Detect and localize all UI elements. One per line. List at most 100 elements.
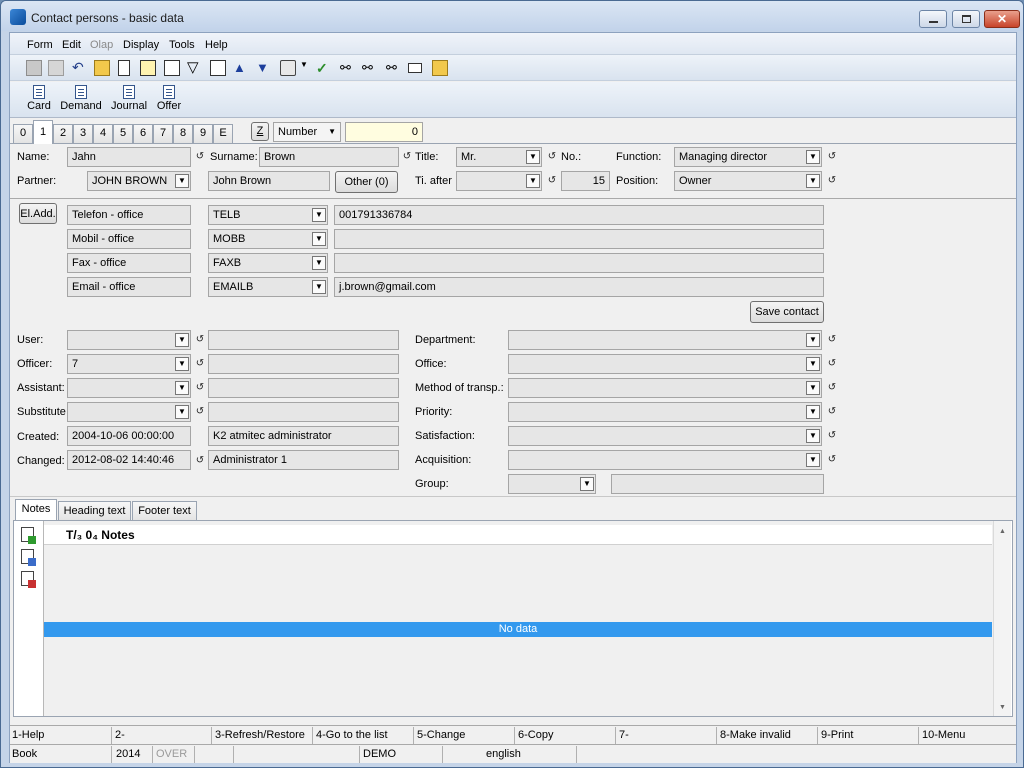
save-contact-button[interactable]: Save contact: [750, 301, 824, 323]
menu-display[interactable]: Display: [123, 39, 159, 51]
arrow-down-icon[interactable]: ▼: [256, 60, 272, 76]
menu-help[interactable]: Help: [205, 39, 228, 51]
other-button[interactable]: Other (0): [335, 171, 398, 193]
group-select[interactable]: ▼: [508, 474, 596, 494]
history-icon[interactable]: ↺: [194, 406, 206, 418]
filter-icon[interactable]: ▽: [187, 60, 203, 76]
new-document-icon[interactable]: [118, 60, 130, 76]
filter-document-icon[interactable]: [210, 60, 226, 76]
history-icon[interactable]: ↺: [194, 382, 206, 394]
history-icon[interactable]: ↺: [546, 175, 558, 187]
history-icon[interactable]: ↺: [826, 358, 838, 370]
transport-select[interactable]: ▼: [508, 378, 822, 398]
undo-icon[interactable]: ↶: [72, 60, 88, 76]
tab-footer-text[interactable]: Footer text: [132, 501, 197, 521]
connection-code-select[interactable]: FAXB ▼: [208, 253, 328, 273]
card-button[interactable]: Card: [27, 85, 51, 112]
tab-7[interactable]: 7: [153, 124, 173, 143]
copy-icon[interactable]: [140, 60, 156, 76]
connection-value-field[interactable]: [334, 253, 824, 273]
history-icon[interactable]: ↺: [826, 334, 838, 346]
fkey-copy[interactable]: 6-Copy: [518, 729, 553, 741]
name-field[interactable]: Jahn: [67, 147, 191, 167]
tab-2[interactable]: 2: [53, 124, 73, 143]
notes-column-header[interactable]: T/₃ 0₄ Notes: [44, 525, 992, 545]
surname-field[interactable]: Brown: [259, 147, 399, 167]
check-icon[interactable]: ✓: [316, 60, 332, 76]
fkey-menu[interactable]: 10-Menu: [922, 729, 965, 741]
assistant-select[interactable]: ▼: [67, 378, 191, 398]
tab-1[interactable]: 1: [33, 120, 53, 144]
office-select[interactable]: ▼: [508, 354, 822, 374]
connection-code-select[interactable]: MOBB ▼: [208, 229, 328, 249]
connection-value-field[interactable]: [334, 229, 824, 249]
tab-6[interactable]: 6: [133, 124, 153, 143]
edit-note-icon[interactable]: [21, 549, 36, 566]
close-button[interactable]: ✕: [984, 10, 1020, 28]
sort-field-select[interactable]: Number ▼: [273, 122, 341, 142]
offer-button[interactable]: Offer: [154, 85, 184, 112]
add-note-icon[interactable]: [21, 527, 36, 544]
ti-after-select[interactable]: ▼: [456, 171, 542, 191]
connection-value-field[interactable]: j.brown@gmail.com: [334, 277, 824, 297]
delete-note-icon[interactable]: [21, 571, 36, 588]
connection-value-field[interactable]: 001791336784: [334, 205, 824, 225]
menu-tools[interactable]: Tools: [169, 39, 195, 51]
fkey-help[interactable]: 1-Help: [12, 729, 44, 741]
tab-e[interactable]: E: [213, 124, 233, 143]
history-icon[interactable]: ↺: [826, 175, 838, 187]
binoculars-icon[interactable]: ⚯: [340, 60, 356, 76]
tab-heading-text[interactable]: Heading text: [58, 501, 131, 521]
partner-select[interactable]: JOHN BROWN ▼: [87, 171, 191, 191]
fkey-print[interactable]: 9-Print: [821, 729, 853, 741]
user-select[interactable]: ▼: [67, 330, 191, 350]
history-icon[interactable]: ↺: [826, 430, 838, 442]
history-icon[interactable]: ↺: [826, 454, 838, 466]
tab-0[interactable]: 0: [13, 124, 33, 143]
history-icon[interactable]: ↺: [546, 151, 558, 163]
sort-value-input[interactable]: 0: [345, 122, 423, 142]
history-icon[interactable]: ↺: [826, 151, 838, 163]
satisfaction-select[interactable]: ▼: [508, 426, 822, 446]
book-icon[interactable]: [164, 60, 180, 76]
history-icon[interactable]: ↺: [194, 334, 206, 346]
history-icon[interactable]: ↺: [826, 382, 838, 394]
tab-9[interactable]: 9: [193, 124, 213, 143]
department-select[interactable]: ▼: [508, 330, 822, 350]
officer-select[interactable]: 7 ▼: [67, 354, 191, 374]
history-icon[interactable]: ↺: [194, 151, 206, 163]
tab-4[interactable]: 4: [93, 124, 113, 143]
chevron-down-icon[interactable]: ▼: [300, 60, 308, 76]
vertical-scrollbar[interactable]: ▲ ▼: [993, 521, 1011, 716]
number-field[interactable]: 15: [561, 171, 610, 191]
title-select[interactable]: Mr. ▼: [456, 147, 542, 167]
history-icon[interactable]: ↺: [826, 406, 838, 418]
tab-8[interactable]: 8: [173, 124, 193, 143]
fkey-7[interactable]: 7-: [619, 729, 629, 741]
tab-5[interactable]: 5: [113, 124, 133, 143]
edit-folder-icon[interactable]: [432, 60, 448, 76]
minimize-button[interactable]: [919, 10, 947, 28]
camera-icon[interactable]: [280, 60, 296, 76]
history-icon[interactable]: ↺: [401, 151, 413, 163]
connection-code-select[interactable]: EMAILB ▼: [208, 277, 328, 297]
fkey-refresh[interactable]: 3-Refresh/Restore: [215, 729, 305, 741]
history-icon[interactable]: ↺: [194, 455, 206, 467]
binoculars-back-icon[interactable]: ⚯: [386, 60, 402, 76]
menu-olap[interactable]: Olap: [90, 39, 113, 51]
demand-button[interactable]: Demand: [59, 85, 103, 112]
open-folder-icon[interactable]: [94, 60, 110, 76]
history-icon[interactable]: ↺: [194, 358, 206, 370]
el-add-button[interactable]: El.Add.: [19, 203, 57, 224]
save-icon[interactable]: [26, 60, 42, 76]
binoculars-next-icon[interactable]: ⚯: [362, 60, 378, 76]
tab-3[interactable]: 3: [73, 124, 93, 143]
scroll-up-icon[interactable]: ▲: [999, 528, 1006, 535]
position-select[interactable]: Owner ▼: [674, 171, 822, 191]
fkey-make-invalid[interactable]: 8-Make invalid: [720, 729, 791, 741]
save-as-icon[interactable]: [48, 60, 64, 76]
acquisition-select[interactable]: ▼: [508, 450, 822, 470]
fkey-2[interactable]: 2-: [115, 729, 125, 741]
substitute-select[interactable]: ▼: [67, 402, 191, 422]
maximize-button[interactable]: [952, 10, 980, 28]
